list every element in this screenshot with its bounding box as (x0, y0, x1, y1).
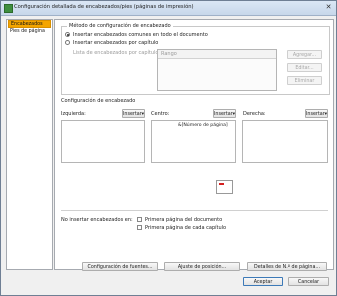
add-button[interactable]: Agregar... (287, 50, 322, 59)
chapter-list[interactable]: Rango (157, 49, 277, 91)
preview-marker (219, 183, 224, 185)
insert-center-label: Insertar (214, 112, 233, 117)
insert-right-label: Insertar (306, 112, 325, 117)
insert-left-button[interactable]: Insertar▾ (122, 109, 145, 118)
sidebar-item-headers[interactable]: Encabezados (8, 20, 51, 28)
delete-button[interactable]: Eliminar (287, 76, 322, 85)
app-icon (4, 4, 13, 13)
checkbox-first-page-document[interactable] (137, 217, 142, 222)
left-label: Izquierda: (61, 111, 86, 117)
page-number-details-button[interactable]: Detalles de N.º de página... (247, 262, 327, 271)
center-textarea[interactable]: &[Número de página] (151, 120, 236, 163)
cancel-button[interactable]: Cancelar (288, 277, 329, 286)
method-group-legend: Método de configuración de encabezado (67, 23, 173, 29)
right-textarea[interactable] (242, 120, 328, 163)
font-settings-button[interactable]: Configuración de fuentes... (82, 262, 158, 271)
title-bar[interactable]: Configuración detallada de encabezados/p… (1, 1, 336, 16)
radio-all-document-label[interactable]: Insertar encabezados comunes en todo el … (73, 32, 208, 38)
header-config-title: Configuración de encabezado (61, 98, 136, 104)
sidebar-item-footers[interactable]: Pies de página (8, 28, 52, 36)
position-adjust-button[interactable]: Ajuste de posición... (164, 262, 240, 271)
center-text: &[Número de página] (178, 123, 228, 128)
insert-left-label: Insertar (123, 112, 142, 117)
insert-right-arrow-icon: ▾ (324, 112, 328, 117)
ok-button[interactable]: Aceptar (243, 277, 283, 286)
radio-per-chapter[interactable] (65, 40, 70, 45)
insert-center-button[interactable]: Insertar▾ (213, 109, 236, 118)
radio-all-document[interactable] (65, 32, 70, 37)
settings-panel: Método de configuración de encabezado In… (54, 19, 334, 271)
insert-center-arrow-icon: ▾ (232, 112, 236, 117)
right-label: Derecha: (243, 111, 266, 117)
left-textarea[interactable] (61, 120, 145, 163)
insert-right-button[interactable]: Insertar▾ (305, 109, 328, 118)
chapter-list-column-range: Rango (161, 51, 177, 57)
sidebar: Encabezados Pies de página (6, 19, 53, 270)
insert-left-arrow-icon: ▾ (141, 112, 145, 117)
chapter-list-label: Lista de encabezados por capítulo: (73, 50, 161, 56)
close-icon[interactable]: ✕ (324, 3, 333, 11)
checkbox-first-page-chapter[interactable] (137, 225, 142, 230)
dialog-window: Configuración detallada de encabezados/p… (0, 0, 337, 296)
edit-button[interactable]: Editar... (287, 63, 322, 72)
method-group: Método de configuración de encabezado In… (61, 23, 330, 95)
no-insert-label: No insertar encabezados en: (61, 217, 133, 223)
chapter-list-header: Rango (158, 50, 276, 59)
header-preview-icon (216, 180, 233, 194)
window-title: Configuración detallada de encabezados/p… (14, 4, 194, 10)
divider (61, 210, 328, 211)
radio-per-chapter-label[interactable]: Insertar encabezados por capítulo (73, 40, 158, 46)
center-label: Centro: (151, 111, 170, 117)
checkbox-first-page-chapter-label[interactable]: Primera página de cada capítulo (145, 225, 226, 231)
checkbox-first-page-document-label[interactable]: Primera página del documento (145, 217, 222, 223)
